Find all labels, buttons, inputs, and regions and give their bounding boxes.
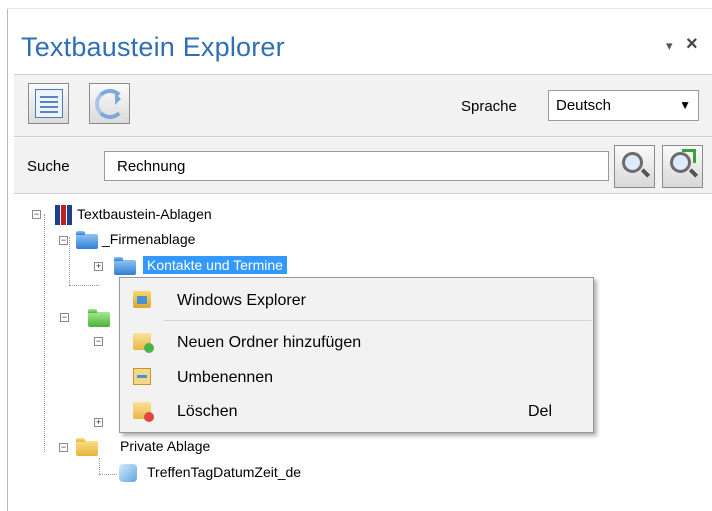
search-next-button[interactable] <box>662 145 703 188</box>
tree-node-label: Textbaustein-Ablagen <box>77 206 212 222</box>
panel-top-border <box>7 8 712 9</box>
tree-node-label: TreffenTagDatumZeit_de <box>147 464 302 480</box>
toolbar: Sprache Deutsch ▼ <box>14 74 712 137</box>
menu-separator <box>164 320 591 321</box>
rename-icon <box>133 368 151 385</box>
chevron-down-icon: ▼ <box>679 98 691 112</box>
collapse-icon[interactable]: − <box>94 337 103 346</box>
folder-delete-icon <box>133 402 154 422</box>
folder-add-icon <box>133 333 154 353</box>
tree-node-kontakte[interactable]: + Kontakte und Termine <box>94 255 354 277</box>
menu-item-label: Umbenennen <box>177 369 274 386</box>
folder-icon <box>114 257 136 275</box>
text-block-icon <box>119 464 137 482</box>
tree-node-root[interactable]: − Textbaustein-Ablagen <box>32 204 332 226</box>
language-label: Sprache <box>461 98 517 115</box>
close-icon[interactable]: × <box>686 33 698 56</box>
menu-item-windows-explorer[interactable]: Windows Explorer <box>120 285 593 315</box>
panel-left-border <box>7 8 8 511</box>
menu-item-rename[interactable]: Umbenennen <box>120 362 593 392</box>
folder-icon <box>88 309 110 327</box>
list-view-button[interactable] <box>28 83 69 124</box>
search-button[interactable] <box>614 145 655 188</box>
language-select[interactable]: Deutsch ▼ <box>548 90 699 121</box>
tree-node-firmenablage[interactable]: − _Firmenablage <box>59 229 319 251</box>
collapse-icon[interactable]: − <box>32 210 41 219</box>
folder-icon <box>76 231 98 249</box>
tree-connector <box>99 474 117 475</box>
arrow-icon <box>682 149 696 163</box>
folder-icon <box>76 438 98 456</box>
menu-item-label: Windows Explorer <box>177 292 306 309</box>
context-menu: Windows Explorer Neuen Ordner hinzufügen… <box>119 277 594 433</box>
collapse-icon[interactable]: − <box>60 313 69 322</box>
menu-item-new-folder[interactable]: Neuen Ordner hinzufügen <box>120 327 593 357</box>
tree-node-label: Private Ablage <box>120 438 211 454</box>
collapse-icon[interactable]: − <box>59 236 68 245</box>
tree-node-label-selected: Kontakte und Termine <box>143 256 287 274</box>
panel-menu-arrow-icon[interactable]: ▾ <box>666 38 673 54</box>
refresh-button[interactable] <box>89 83 130 124</box>
library-icon <box>55 205 73 225</box>
menu-item-delete[interactable]: Löschen Del <box>120 396 593 426</box>
menu-item-label: Neuen Ordner hinzufügen <box>177 334 362 351</box>
tree-node-label: _Firmenablage <box>102 231 196 247</box>
magnifier-handle <box>640 168 651 178</box>
magnifier-handle <box>688 168 699 178</box>
magnifier-icon <box>622 152 643 173</box>
search-input[interactable] <box>104 151 609 181</box>
collapse-icon[interactable]: − <box>59 443 68 452</box>
panel-title: Textbaustein Explorer <box>21 32 285 62</box>
search-label: Suche <box>27 158 70 175</box>
tree-node-treffen[interactable]: TreffenTagDatumZeit_de <box>117 462 377 484</box>
refresh-icon <box>95 89 125 119</box>
tree-connector <box>99 458 100 474</box>
windows-explorer-icon <box>133 291 151 308</box>
language-value: Deutsch <box>556 97 612 114</box>
menu-item-label: Löschen <box>177 403 238 420</box>
tree-connector <box>69 285 99 286</box>
expand-icon[interactable]: + <box>94 418 103 427</box>
menu-item-shortcut: Del <box>528 403 553 420</box>
tree-connector <box>44 214 45 452</box>
list-view-icon <box>35 89 63 118</box>
expand-icon[interactable]: + <box>94 262 103 271</box>
tree-node-private-ablage[interactable]: − Private Ablage <box>59 436 319 458</box>
search-bar: Suche <box>14 138 712 194</box>
